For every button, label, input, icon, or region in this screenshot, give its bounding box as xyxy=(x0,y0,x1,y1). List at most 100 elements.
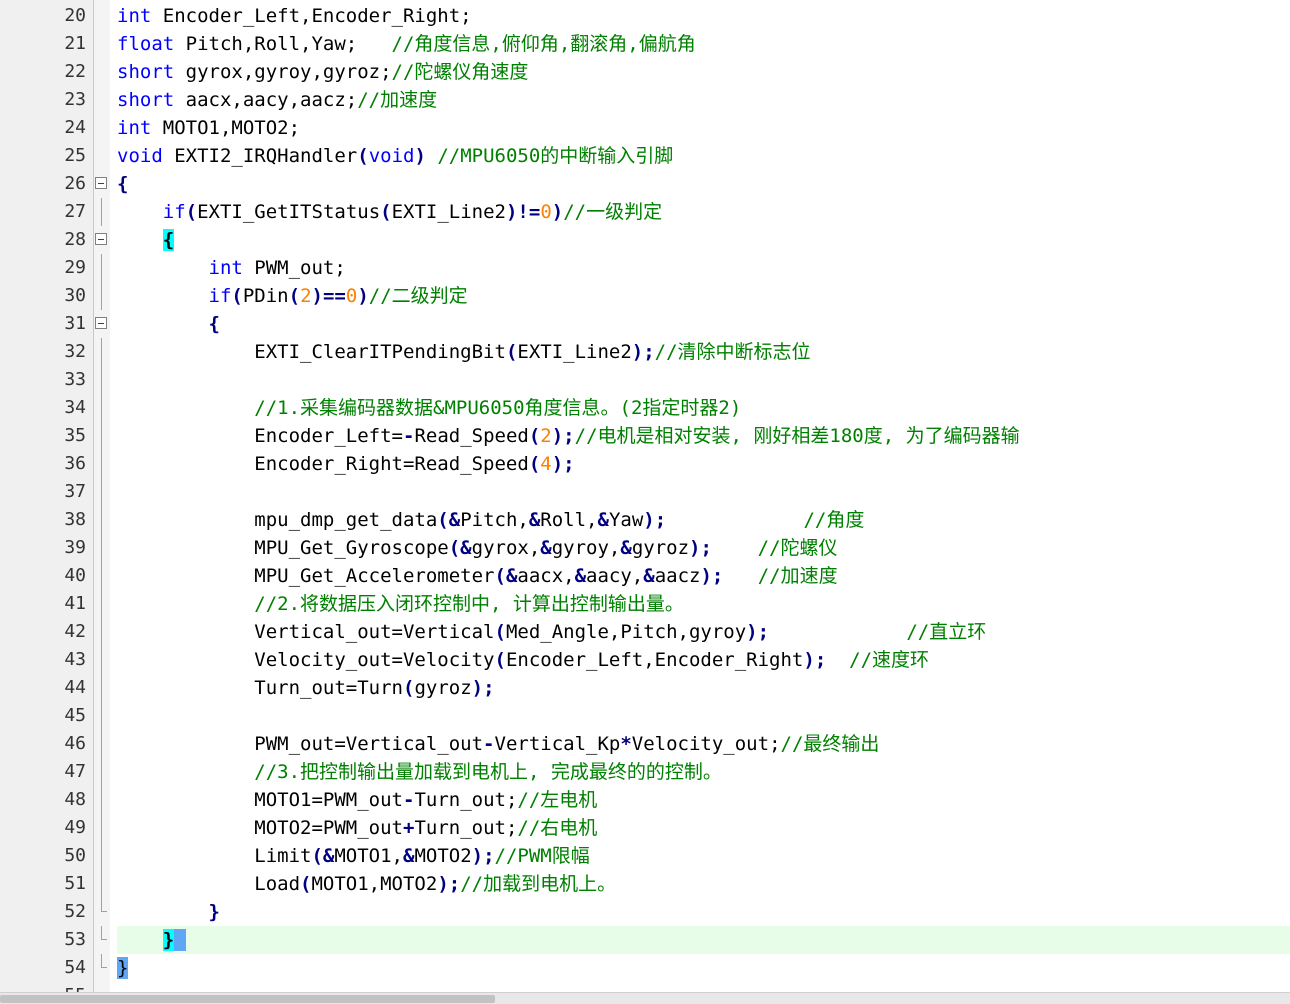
code-line[interactable]: 35 Encoder_Left=-Read_Speed(2);//电机是相对安装… xyxy=(0,422,1290,450)
code-line[interactable]: 23 short aacx,aacy,aacz;//加速度 xyxy=(0,86,1290,114)
code-token: aacx,aacy,aacz; xyxy=(174,89,358,111)
code-text[interactable]: short aacx,aacy,aacz;//加速度 xyxy=(117,86,437,114)
code-text[interactable]: Encoder_Right=Read_Speed(4); xyxy=(117,450,575,478)
code-line[interactable]: 41 //2.将数据压入闭环控制中, 计算出控制输出量。 xyxy=(0,590,1290,618)
comment-token: //右电机 xyxy=(517,817,598,839)
horizontal-scrollbar[interactable] xyxy=(0,992,1290,1004)
code-line[interactable]: 33 xyxy=(0,366,1290,394)
code-text[interactable]: void EXTI2_IRQHandler(void) //MPU6050的中断… xyxy=(117,142,673,170)
code-line[interactable]: 47 //3.把控制输出量加载到电机上, 完成最终的的控制。 xyxy=(0,758,1290,786)
code-line[interactable]: 39 MPU_Get_Gyroscope(&gyrox,&gyroy,&gyro… xyxy=(0,534,1290,562)
fold-collapse-icon[interactable] xyxy=(95,317,107,329)
code-text[interactable]: EXTI_ClearITPendingBit(EXTI_Line2);//清除中… xyxy=(117,338,810,366)
code-line[interactable]: 22 short gyrox,gyroy,gyroz;//陀螺仪角速度 xyxy=(0,58,1290,86)
code-line[interactable]: 36 Encoder_Right=Read_Speed(4); xyxy=(0,450,1290,478)
code-text[interactable]: } xyxy=(117,954,129,982)
code-token: gyrox,gyroy,gyroz; xyxy=(174,61,392,83)
code-line[interactable]: 34 //1.采集编码器数据&MPU6050角度信息。(2指定时器2) xyxy=(0,394,1290,422)
code-line[interactable]: 31 { xyxy=(0,310,1290,338)
code-token: EXTI_Line2 xyxy=(517,341,632,363)
code-text[interactable]: mpu_dmp_get_data(&Pitch,&Roll,&Yaw); //角… xyxy=(117,506,864,534)
code-text[interactable]: } xyxy=(117,926,186,954)
code-line[interactable]: 52 } xyxy=(0,898,1290,926)
code-text[interactable]: PWM_out=Vertical_out-Vertical_Kp*Velocit… xyxy=(117,730,879,758)
code-text[interactable]: { xyxy=(117,170,128,198)
code-line[interactable]: 50 Limit(&MOTO1,&MOTO2);//PWM限幅 xyxy=(0,842,1290,870)
line-number: 33 xyxy=(64,369,86,390)
code-text[interactable]: int PWM_out; xyxy=(117,254,346,282)
code-line[interactable]: 54} xyxy=(0,954,1290,982)
code-line[interactable]: 38 mpu_dmp_get_data(&Pitch,&Roll,&Yaw); … xyxy=(0,506,1290,534)
number-token: 0 xyxy=(540,201,552,223)
code-line[interactable]: 53 } xyxy=(0,926,1290,954)
code-line[interactable]: 29 int PWM_out; xyxy=(0,254,1290,282)
code-line[interactable]: 40 MPU_Get_Accelerometer(&aacx,&aacy,&aa… xyxy=(0,562,1290,590)
code-text[interactable]: //2.将数据压入闭环控制中, 计算出控制输出量。 xyxy=(117,590,684,618)
operator-token: ); xyxy=(551,453,575,475)
code-text[interactable]: Velocity_out=Velocity(Encoder_Left,Encod… xyxy=(117,646,929,674)
fold-guide-line xyxy=(101,674,102,702)
code-text[interactable]: //3.把控制输出量加载到电机上, 完成最终的的控制。 xyxy=(117,758,722,786)
code-line[interactable]: 49 MOTO2=PWM_out+Turn_out;//右电机 xyxy=(0,814,1290,842)
code-line[interactable]: 20 int Encoder_Left,Encoder_Right; xyxy=(0,2,1290,30)
code-line[interactable]: 37 xyxy=(0,478,1290,506)
comment-token: //加速度 xyxy=(757,565,838,587)
code-text[interactable]: short gyrox,gyroy,gyroz;//陀螺仪角速度 xyxy=(117,58,528,86)
code-text[interactable]: MOTO1=PWM_out-Turn_out;//左电机 xyxy=(117,786,597,814)
code-text[interactable]: MPU_Get_Accelerometer(&aacx,&aacy,&aacz)… xyxy=(117,562,838,590)
code-line[interactable]: 32 EXTI_ClearITPendingBit(EXTI_Line2);//… xyxy=(0,338,1290,366)
code-line[interactable]: 51 Load(MOTO1,MOTO2);//加载到电机上。 xyxy=(0,870,1290,898)
code-line[interactable]: 27 if(EXTI_GetITStatus(EXTI_Line2)!=0)//… xyxy=(0,198,1290,226)
code-line[interactable]: 48 MOTO1=PWM_out-Turn_out;//左电机 xyxy=(0,786,1290,814)
code-text[interactable]: if(PDin(2)==0)//二级判定 xyxy=(117,282,468,310)
code-text[interactable]: MOTO2=PWM_out+Turn_out;//右电机 xyxy=(117,814,597,842)
code-text[interactable]: MPU_Get_Gyroscope(&gyrox,&gyroy,&gyroz);… xyxy=(117,534,837,562)
code-text[interactable]: Turn_out=Turn(gyroz); xyxy=(117,674,494,702)
comment-token: //陀螺仪角速度 xyxy=(391,61,529,83)
code-token: Encoder_Right=Read_Speed xyxy=(117,453,529,475)
code-token: MOTO1, xyxy=(334,845,403,867)
code-line[interactable]: 28 { xyxy=(0,226,1290,254)
line-number: 28 xyxy=(64,229,86,250)
code-text[interactable]: } xyxy=(117,898,220,926)
code-line[interactable]: 42 Vertical_out=Vertical(Med_Angle,Pitch… xyxy=(0,618,1290,646)
code-line[interactable]: 21 float Pitch,Roll,Yaw; //角度信息,俯仰角,翻滚角,偏… xyxy=(0,30,1290,58)
code-line[interactable]: 26 { xyxy=(0,170,1290,198)
code-token: Load xyxy=(117,873,301,895)
code-line[interactable]: 25 void EXTI2_IRQHandler(void) //MPU6050的… xyxy=(0,142,1290,170)
code-editor[interactable]: 20 int Encoder_Left,Encoder_Right; 21 float… xyxy=(0,0,1290,992)
code-text[interactable]: { xyxy=(117,226,175,254)
code-text[interactable]: Limit(&MOTO1,&MOTO2);//PWM限幅 xyxy=(117,842,589,870)
code-token: PWM_out=Vertical_out xyxy=(117,733,484,755)
code-text[interactable]: Encoder_Left=-Read_Speed(2);//电机是相对安装, 刚… xyxy=(117,422,1019,450)
operator-token: - xyxy=(402,789,415,811)
code-text[interactable]: float Pitch,Roll,Yaw; //角度信息,俯仰角,翻滚角,偏航角 xyxy=(117,30,696,58)
operator-token: ); xyxy=(700,565,724,587)
code-line[interactable]: 30 if(PDin(2)==0)//二级判定 xyxy=(0,282,1290,310)
operator-token: + xyxy=(402,817,415,839)
code-text[interactable]: Vertical_out=Vertical(Med_Angle,Pitch,gy… xyxy=(117,618,986,646)
fold-guide-line xyxy=(101,394,102,422)
code-text[interactable]: int MOTO1,MOTO2; xyxy=(117,114,300,142)
operator-token: ); xyxy=(689,537,712,559)
code-line[interactable]: 24 int MOTO1,MOTO2; xyxy=(0,114,1290,142)
code-text[interactable]: int Encoder_Left,Encoder_Right; xyxy=(117,2,472,30)
fold-collapse-icon[interactable] xyxy=(95,233,107,245)
operator-token: ( xyxy=(231,285,243,307)
code-line[interactable]: 45 xyxy=(0,702,1290,730)
code-text[interactable]: if(EXTI_GetITStatus(EXTI_Line2)!=0)//一级判… xyxy=(117,198,662,226)
horizontal-scrollbar-thumb[interactable] xyxy=(0,995,495,1003)
code-line[interactable]: 46 PWM_out=Vertical_out-Vertical_Kp*Velo… xyxy=(0,730,1290,758)
keyword-token: int xyxy=(208,257,243,279)
fold-collapse-icon[interactable] xyxy=(95,177,107,189)
keyword-token: int xyxy=(117,117,152,139)
code-text[interactable]: Load(MOTO1,MOTO2);//加载到电机上。 xyxy=(117,870,616,898)
code-text[interactable]: { xyxy=(117,310,220,338)
code-line[interactable]: 55 xyxy=(0,982,1290,992)
line-number: 45 xyxy=(64,705,86,726)
code-line[interactable]: 43 Velocity_out=Velocity(Encoder_Left,En… xyxy=(0,646,1290,674)
code-line[interactable]: 44 Turn_out=Turn(gyroz); xyxy=(0,674,1290,702)
operator-token: & xyxy=(528,509,541,531)
code-text[interactable]: //1.采集编码器数据&MPU6050角度信息。(2指定时器2) xyxy=(117,394,741,422)
